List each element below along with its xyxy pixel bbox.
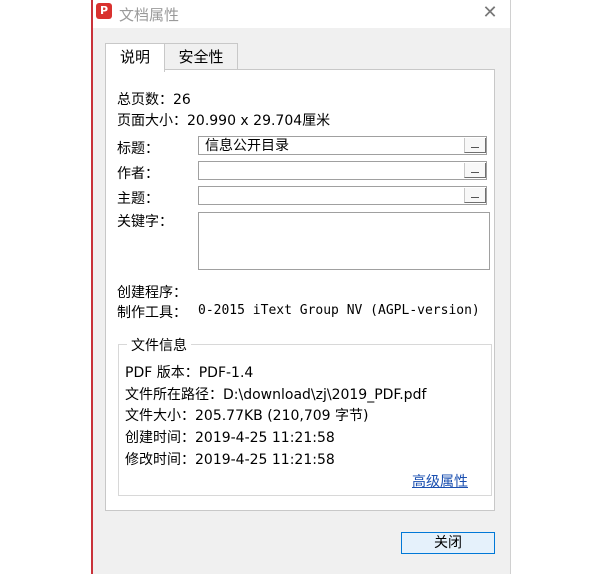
subject-dropdown-button[interactable] — [464, 188, 486, 203]
subject-field[interactable] — [198, 186, 487, 205]
title-bar: P 文档属性 ✕ — [93, 0, 510, 28]
producer-label: 制作工具： — [117, 305, 187, 321]
creator-label: 创建程序： — [117, 285, 187, 301]
title-field[interactable]: 信息公开目录 — [198, 136, 487, 155]
file-path: 文件所在路径：D:\download\zj\2019_PDF.pdf — [125, 387, 427, 403]
close-icon[interactable]: ✕ — [479, 3, 501, 23]
author-label: 作者： — [117, 166, 159, 182]
keywords-textarea[interactable] — [198, 212, 490, 270]
author-dropdown-button[interactable] — [464, 163, 486, 178]
modified-time: 修改时间：2019-4-25 11:21:58 — [125, 452, 335, 468]
pdf-app-icon: P — [96, 3, 112, 19]
created-time: 创建时间：2019-4-25 11:21:58 — [125, 430, 335, 446]
document-properties-dialog: P 文档属性 ✕ 说明 安全性 总页数：26 页面大小：20.990 x 29.… — [93, 0, 510, 574]
tab-security[interactable]: 安全性 — [164, 43, 238, 71]
author-field[interactable] — [198, 161, 487, 180]
file-info-title: 文件信息 — [127, 335, 191, 355]
window-title: 文档属性 — [119, 6, 180, 24]
title-value: 信息公开目录 — [205, 138, 289, 154]
advanced-properties-link[interactable]: 高级属性 — [412, 471, 468, 491]
producer-value: 0-2015 iText Group NV (AGPL-version) — [198, 303, 480, 318]
page-count: 总页数：26 — [117, 92, 191, 108]
description-panel: 总页数：26 页面大小：20.990 x 29.704厘米 标题： 信息公开目录… — [105, 69, 495, 511]
subject-label: 主题： — [117, 191, 159, 207]
file-size: 文件大小：205.77KB (210,709 字节) — [125, 408, 369, 424]
keywords-label: 关键字： — [117, 214, 173, 230]
pdf-version: PDF 版本：PDF-1.4 — [125, 365, 254, 381]
tab-description[interactable]: 说明 — [105, 43, 165, 72]
title-label: 标题： — [117, 141, 159, 157]
dialog-right-border — [510, 0, 511, 574]
title-dropdown-button[interactable] — [464, 138, 486, 153]
page-size: 页面大小：20.990 x 29.704厘米 — [117, 113, 331, 129]
close-button[interactable]: 关闭 — [401, 532, 495, 554]
